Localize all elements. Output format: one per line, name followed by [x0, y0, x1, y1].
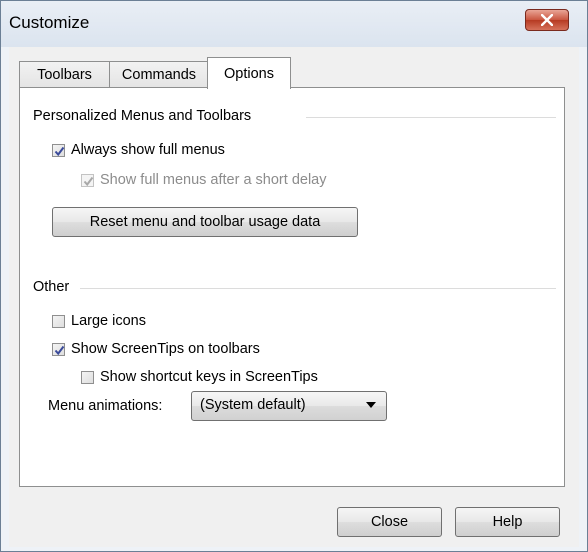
reset-usage-data-label: Reset menu and toolbar usage data	[89, 214, 321, 230]
group-divider	[306, 117, 556, 118]
menu-animations-dropdown[interactable]: (System default)	[191, 391, 387, 421]
tab-options[interactable]: Options	[207, 57, 291, 89]
customize-dialog: Customize Toolbars Commands Options Pers…	[0, 0, 588, 552]
group-divider	[80, 288, 556, 289]
tab-commands[interactable]: Commands	[109, 61, 209, 88]
window-title: Customize	[9, 13, 90, 32]
show-after-delay-label: Show full menus after a short delay	[100, 172, 327, 188]
window-close-button[interactable]	[525, 9, 569, 31]
checkmark-icon	[54, 345, 65, 356]
close-button[interactable]: Close	[337, 507, 442, 537]
checkmark-icon	[83, 176, 94, 187]
tab-options-label: Options	[224, 65, 274, 82]
help-button[interactable]: Help	[455, 507, 560, 537]
show-screentips-checkbox[interactable]	[52, 343, 65, 356]
close-icon	[541, 14, 553, 26]
personalized-group-heading: Personalized Menus and Toolbars	[33, 108, 252, 124]
tab-toolbars-label: Toolbars	[37, 67, 92, 83]
checkmark-icon	[54, 146, 65, 157]
dialog-body: Toolbars Commands Options Personalized M…	[9, 47, 579, 547]
large-icons-label: Large icons	[71, 313, 146, 329]
menu-animations-label: Menu animations:	[48, 398, 163, 414]
menu-animations-value: (System default)	[200, 397, 306, 413]
close-button-label: Close	[370, 514, 409, 530]
tab-commands-label: Commands	[121, 67, 197, 83]
tab-toolbars[interactable]: Toolbars	[19, 61, 110, 88]
show-after-delay-checkbox[interactable]	[81, 174, 94, 187]
always-show-full-menus-checkbox[interactable]	[52, 144, 65, 157]
title-bar[interactable]: Customize	[1, 1, 587, 47]
always-show-full-menus-label: Always show full menus	[71, 142, 225, 158]
show-screentips-label: Show ScreenTips on toolbars	[71, 341, 260, 357]
help-button-label: Help	[492, 514, 523, 530]
dropdown-arrow-icon	[366, 402, 376, 408]
other-group-heading: Other	[33, 279, 70, 295]
options-panel: Personalized Menus and Toolbars Always s…	[19, 87, 565, 487]
reset-usage-data-button[interactable]: Reset menu and toolbar usage data	[52, 207, 358, 237]
large-icons-checkbox[interactable]	[52, 315, 65, 328]
show-shortcut-keys-checkbox[interactable]	[81, 371, 94, 384]
show-shortcut-keys-label: Show shortcut keys in ScreenTips	[100, 369, 318, 385]
